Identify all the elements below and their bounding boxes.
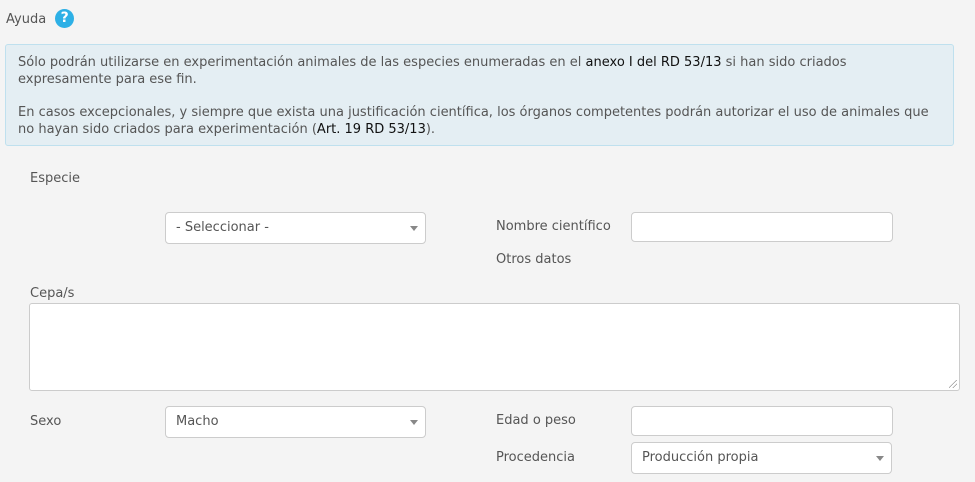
procedencia-select[interactable]: Producción propia (631, 442, 892, 474)
resize-handle-icon[interactable] (949, 380, 957, 388)
nombre-cientifico-input[interactable] (631, 212, 893, 242)
article-link[interactable]: Art. 19 RD 53/13 (317, 122, 426, 137)
info-text: ). (425, 122, 436, 137)
sexo-select[interactable]: Macho (165, 406, 426, 438)
chevron-down-icon (876, 456, 884, 461)
info-paragraph-1: Sólo podrán utilizarse en experimentació… (18, 54, 941, 88)
info-text: En casos excepcionales, y siempre que ex… (18, 105, 929, 137)
edad-input[interactable] (631, 406, 893, 436)
anexo-link[interactable]: anexo I del RD 53/13 (586, 55, 722, 70)
cepa-label: Cepa/s (30, 286, 75, 301)
question-circle-icon[interactable]: ? (55, 8, 75, 28)
nombre-cientifico-label: Nombre científico (496, 219, 611, 234)
help-section: Ayuda ? (6, 8, 75, 30)
chevron-down-icon (410, 420, 418, 425)
cepa-textarea[interactable] (29, 303, 960, 391)
info-alert: Sólo podrán utilizarse en experimentació… (5, 44, 954, 146)
procedencia-label: Procedencia (496, 450, 575, 465)
sexo-select-value: Macho (176, 414, 219, 429)
help-label: Ayuda (6, 11, 47, 27)
chevron-down-icon (410, 226, 418, 231)
info-text: Sólo podrán utilizarse en experimentació… (18, 55, 586, 70)
especie-select[interactable]: - Seleccionar - (165, 212, 426, 244)
sexo-label: Sexo (30, 414, 62, 429)
especie-select-value: - Seleccionar - (176, 220, 269, 235)
especie-label: Especie (30, 171, 80, 186)
info-paragraph-2: En casos excepcionales, y siempre que ex… (18, 104, 941, 138)
procedencia-select-value: Producción propia (642, 450, 759, 465)
otros-datos-label: Otros datos (496, 252, 572, 267)
edad-label: Edad o peso (496, 413, 576, 428)
